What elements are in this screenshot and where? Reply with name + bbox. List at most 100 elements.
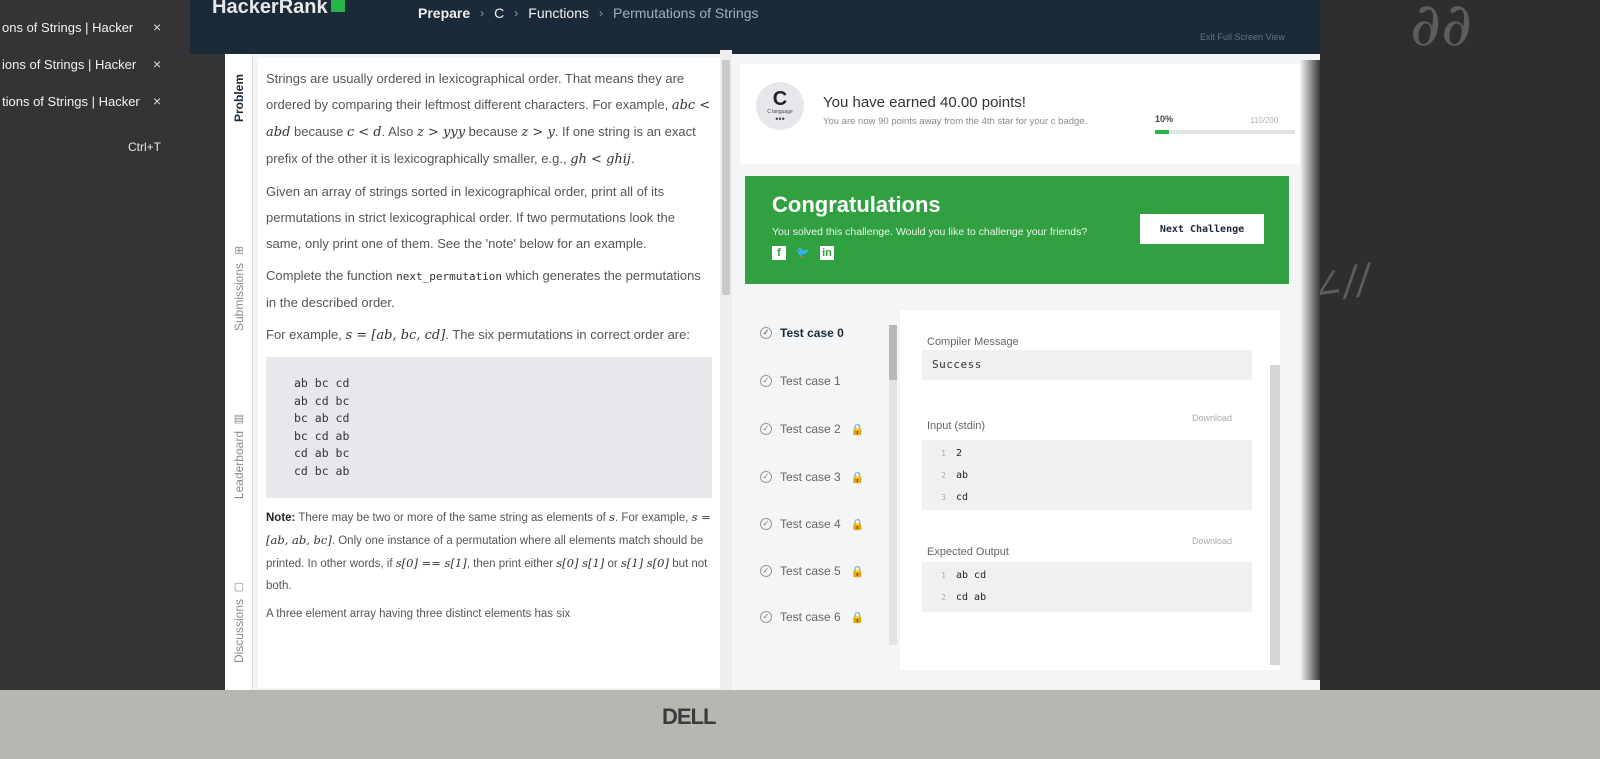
breadcrumb-current: Permutations of Strings	[612, 5, 759, 21]
facebook-icon[interactable]: f	[772, 246, 786, 260]
screen-edge	[1300, 60, 1320, 680]
problem-scroll-thumb[interactable]	[722, 60, 730, 295]
code-line: bc ab cd	[294, 411, 350, 425]
input-line: 2 ab	[941, 469, 969, 481]
download-output-link[interactable]: Download	[1192, 536, 1232, 546]
progress-fill	[1155, 130, 1169, 134]
paragraph-note: Note: There may be two or more of the sa…	[266, 510, 711, 592]
points-earned: You have earned 40.00 points!	[823, 94, 1026, 111]
tab-leaderboard[interactable]: ▤ Leaderboard	[225, 412, 253, 499]
math-expression: z > y	[521, 125, 555, 140]
test-case-6[interactable]: ✓ Test case 6 🔒	[760, 610, 864, 624]
expected-output-box: 1 ab cd 2 cd ab	[922, 562, 1252, 612]
exit-fullscreen-link[interactable]: Exit Full Screen View	[1200, 32, 1285, 42]
check-circle-icon: ✓	[760, 327, 772, 339]
compiler-message-value: Success	[932, 358, 982, 371]
tab-title: tions of Strings | Hacker	[2, 93, 140, 109]
test-case-4[interactable]: ✓ Test case 4 🔒	[760, 517, 864, 531]
tab-problem[interactable]: Problem	[225, 74, 253, 122]
code-line: ab cd bc	[294, 393, 350, 408]
paragraph-task: Given an array of strings sorted in lexi…	[266, 184, 675, 251]
math-expression: s[1] s[0]	[620, 556, 669, 570]
social-share: f 🐦 in	[772, 246, 834, 260]
twitter-icon[interactable]: 🐦	[796, 246, 810, 260]
congrats-message: You solved this challenge. Would you lik…	[772, 226, 1088, 238]
chevron-right-icon: ›	[598, 6, 603, 20]
lock-icon: 🔒	[850, 423, 865, 436]
tab-title: ons of Strings | Hacker	[2, 19, 134, 35]
test-case-2[interactable]: ✓ Test case 2 🔒	[760, 422, 864, 436]
expected-output-label: Expected Output	[927, 546, 1009, 558]
tab-discussions[interactable]: ▢ Discussions	[225, 580, 253, 663]
download-input-link[interactable]: Download	[1192, 413, 1232, 423]
background-surface: ∂∂ ∠∕∕	[1307, 0, 1600, 759]
math-expression: s[0] == s[1]	[395, 556, 467, 570]
new-tab-shortcut: Ctrl+T	[128, 140, 161, 154]
browser-tab-2[interactable]: ions of Strings | Hacker ×	[0, 51, 161, 77]
test-case-scroll-thumb[interactable]	[889, 325, 897, 380]
math-expression: c < d	[346, 125, 382, 140]
test-case-3[interactable]: ✓ Test case 3 🔒	[760, 470, 864, 484]
brand-logo[interactable]: HackerRank	[212, 0, 345, 19]
math-expression: s = [ab, bc, cd]	[345, 328, 446, 343]
lock-icon: 🔒	[850, 471, 865, 484]
input-box: 12 2 ab 3 cd	[922, 440, 1252, 510]
check-circle-icon: ✓	[760, 565, 772, 577]
breadcrumb-prepare[interactable]: Prepare	[418, 5, 470, 21]
code-line: ab bc cd	[294, 376, 350, 390]
progress-bar	[1155, 130, 1295, 134]
paragraph-example: For example, s = [ab, bc, cd]. The six p…	[266, 327, 690, 343]
more-icon: •••	[775, 114, 785, 124]
check-circle-icon: ✓	[760, 518, 772, 530]
test-case-5[interactable]: ✓ Test case 5 🔒	[760, 564, 864, 578]
linkedin-icon[interactable]: in	[820, 246, 834, 260]
browser-tab-3[interactable]: tions of Strings | Hacker ×	[0, 88, 161, 114]
lock-icon: 🔒	[850, 565, 865, 578]
output-line: 1 ab cd	[941, 569, 987, 581]
decorative-scribble: ∂∂	[1410, 0, 1473, 60]
leaderboard-icon: ▤	[233, 413, 245, 425]
points-away: You are now 90 points away from the 4th …	[823, 116, 1088, 127]
input-label: Input (stdin)	[927, 420, 986, 432]
lock-icon: 🔒	[850, 611, 865, 624]
browser-tab-1[interactable]: ons of Strings | Hacker ×	[0, 14, 161, 40]
check-circle-icon: ✓	[760, 375, 772, 387]
compiler-message-label: Compiler Message	[927, 336, 1019, 348]
math-expression: z > yyy	[417, 125, 466, 140]
top-nav: HackerRank Prepare › C › Functions › Per…	[190, 0, 1320, 54]
progress-percent: 10%	[1155, 114, 1174, 124]
input-line: 12	[941, 447, 963, 459]
check-circle-icon: ✓	[760, 423, 772, 435]
tab-submissions[interactable]: ⊞ Submissions	[225, 244, 253, 331]
test-case-1[interactable]: ✓ Test case 1	[760, 374, 841, 388]
breadcrumb-functions[interactable]: Functions	[528, 5, 589, 21]
problem-statement: Strings are usually ordered in lexicogra…	[258, 58, 720, 688]
close-icon[interactable]: ×	[153, 93, 161, 109]
output-line: 2 cd ab	[941, 591, 987, 603]
lock-icon: 🔒	[850, 518, 865, 531]
paragraph-ordering: Strings are usually ordered in lexicogra…	[266, 71, 711, 167]
output-scrollbar[interactable]	[1270, 365, 1280, 665]
test-case-0[interactable]: ✓ Test case 0	[760, 326, 844, 340]
check-circle-icon: ✓	[760, 611, 772, 623]
code-line: cd bc ab	[294, 463, 350, 478]
code-line: bc cd ab	[294, 428, 350, 443]
c-language-badge[interactable]: C C language •••	[756, 82, 804, 130]
input-line: 3 cd	[941, 491, 969, 503]
compiler-message-box: Success	[922, 350, 1252, 380]
breadcrumb: Prepare › C › Functions › Permutations o…	[418, 5, 759, 21]
math-expression: s[0] s[1]	[556, 556, 605, 570]
score-banner: C C language ••• You have earned 40.00 p…	[740, 64, 1310, 164]
next-challenge-button[interactable]: Next Challenge	[1140, 214, 1264, 244]
chevron-right-icon: ›	[480, 6, 485, 20]
example-output-block: ab bc cd ab cd bc bc ab cd bc cd ab cd a…	[266, 357, 712, 498]
close-icon[interactable]: ×	[153, 19, 161, 35]
chevron-right-icon: ›	[514, 6, 519, 20]
discussions-icon: ▢	[233, 581, 245, 593]
close-icon[interactable]: ×	[153, 56, 161, 72]
congratulations-panel: Congratulations You solved this challeng…	[745, 176, 1289, 284]
breadcrumb-c[interactable]: C	[494, 5, 504, 21]
check-circle-icon: ✓	[760, 471, 772, 483]
math-expression: gh < ghij	[570, 152, 631, 167]
test-output-panel: Compiler Message Success Input (stdin) D…	[900, 310, 1280, 670]
